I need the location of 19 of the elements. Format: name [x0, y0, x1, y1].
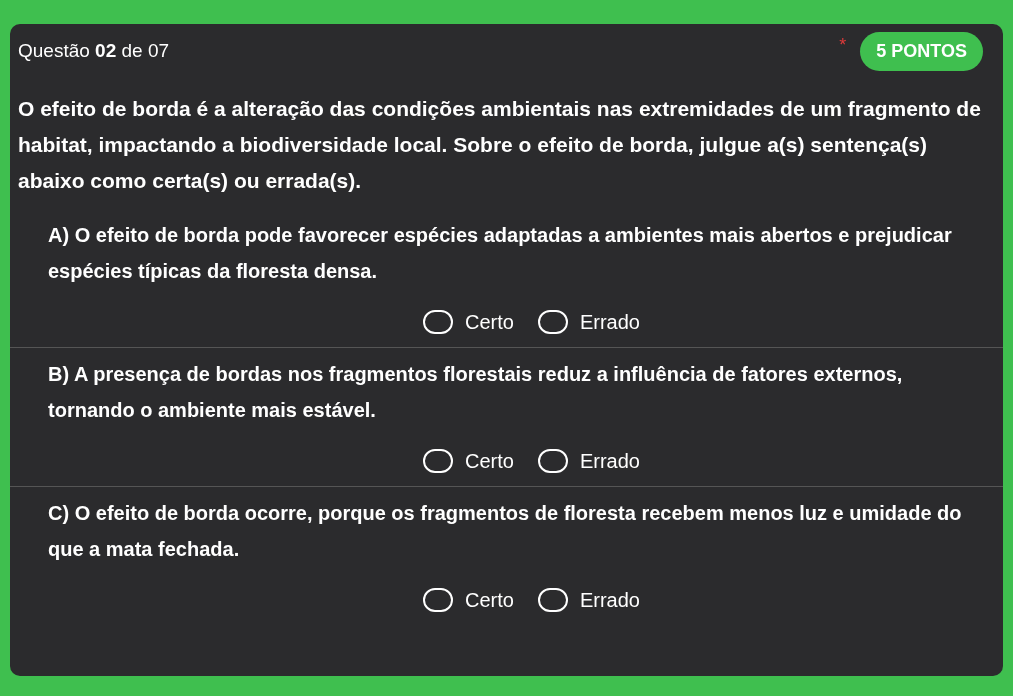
radio-button[interactable]	[423, 588, 454, 612]
radio-button[interactable]	[423, 449, 454, 473]
statement-text: A) O efeito de borda pode favorecer espécies adaptadas a ambientes mais abertos e prejudicar espécies típicas da floresta densa.	[48, 223, 953, 284]
radio-button[interactable]	[537, 588, 568, 612]
radio-button[interactable]	[537, 449, 568, 473]
radio-option[interactable]: Errado	[537, 446, 640, 476]
statement-text: B) A presença de bordas nos fragmentos florestais reduz a influência de fatores externos, tornando o ambiente mais estável.	[48, 362, 904, 423]
question-statement: O efeito de borda é a alteração das condições ambientais nas extremidades de um fragmento de habitat, impactando a biodiversidade local. Sobre o efeito de borda, julgue a(s) sentença(s) abaixo como certa(s) ou errada(s).	[17, 96, 982, 194]
question-number: Questão 02 de 07	[18, 39, 170, 64]
radio-option[interactable]: Certo	[423, 307, 514, 337]
statement-text: C) O efeito de borda ocorre, porque os fragmentos de floresta recebem menos luz e umidade do que a mata fechada.	[48, 501, 963, 562]
radio-option[interactable]: Errado	[537, 307, 640, 337]
radio-button[interactable]	[423, 310, 454, 334]
radio-button[interactable]	[537, 310, 568, 334]
radio-option[interactable]: Certo	[423, 585, 514, 615]
points-badge: 5 PONTOS	[860, 32, 983, 71]
radio-option[interactable]: Certo	[423, 446, 514, 476]
required-mark: *	[839, 34, 847, 57]
radio-option[interactable]: Errado	[537, 585, 640, 615]
